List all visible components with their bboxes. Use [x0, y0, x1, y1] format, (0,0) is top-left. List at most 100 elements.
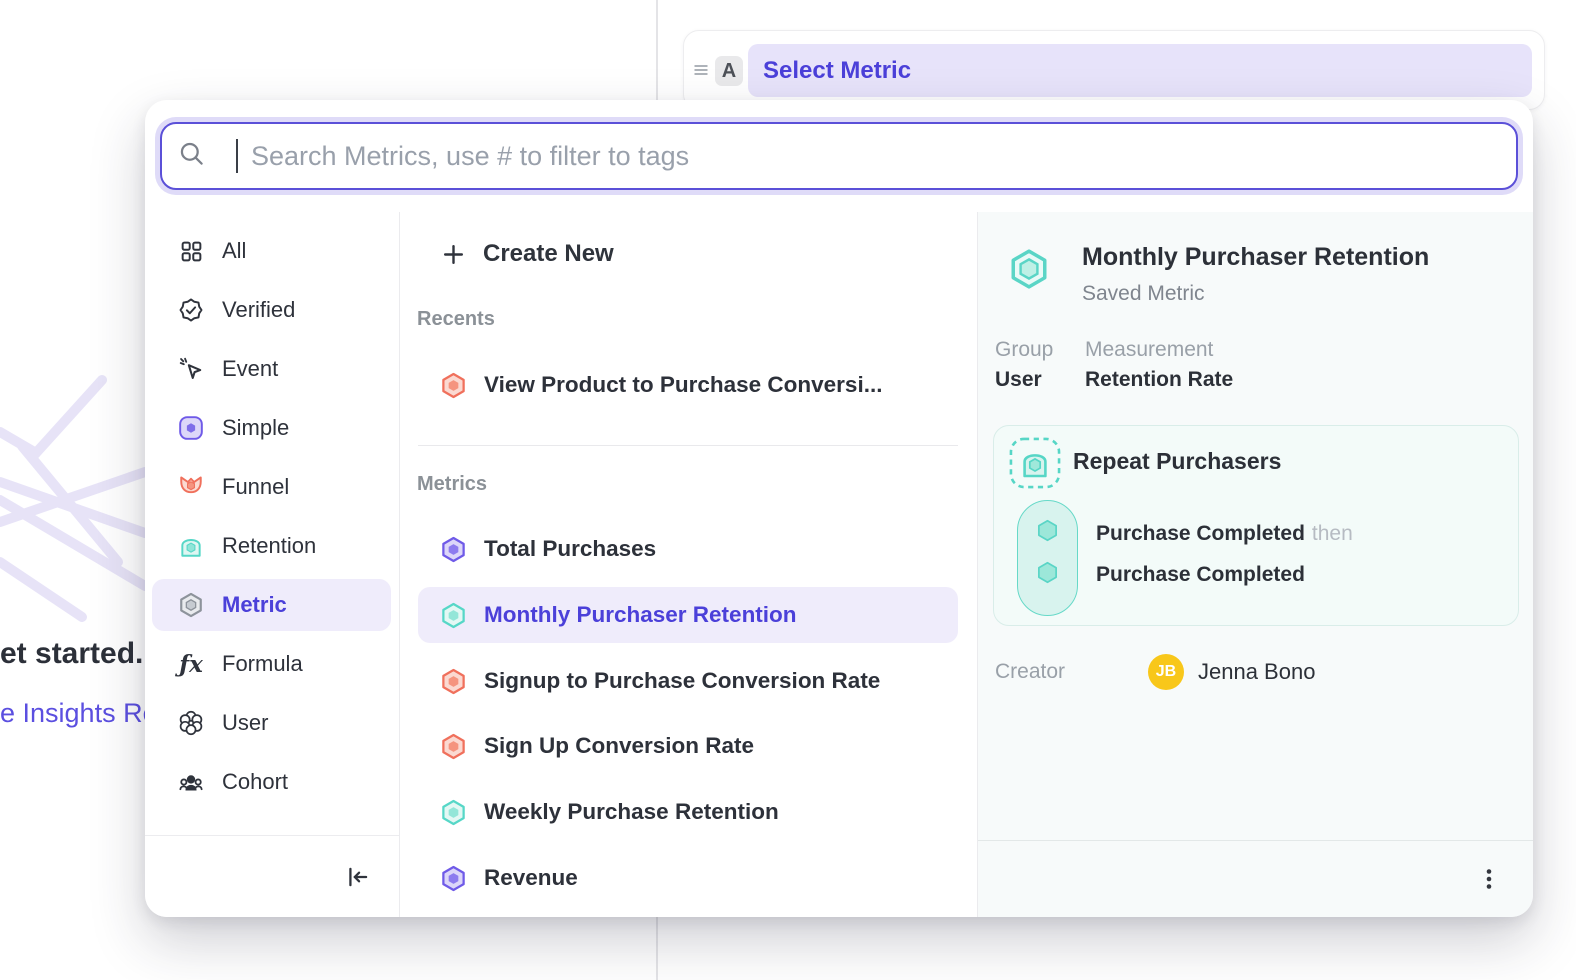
sidebar-item-label: Formula [222, 651, 303, 677]
list-item-recent[interactable]: View Product to Purchase Conversi... [418, 357, 958, 413]
cursor-click-icon [178, 356, 204, 382]
retention-metric-hexagon-icon [440, 799, 467, 826]
list-item-label: Signup to Purchase Conversion Rate [484, 668, 880, 694]
list-item-metric[interactable]: Signup to Purchase Conversion Rate [418, 653, 958, 709]
background-heading: et started. [0, 637, 143, 671]
metrics-list: Create New Recents View Product to Purch… [400, 212, 978, 917]
sidebar-item-label: Cohort [222, 769, 288, 795]
metrics-section-label: Metrics [417, 473, 487, 496]
sidebar-item-metric[interactable]: Metric [152, 579, 391, 631]
definition-name: Repeat Purchasers [1073, 448, 1281, 475]
event-hexagon-icon [1036, 519, 1059, 542]
sidebar-item-label: All [222, 238, 246, 264]
verified-badge-icon [178, 297, 204, 323]
grid-icon [178, 238, 204, 264]
sidebar-item-cohort[interactable]: Cohort [152, 756, 391, 808]
search-bar[interactable] [160, 122, 1518, 190]
user-flower-icon [178, 710, 204, 736]
list-item-metric[interactable]: Revenue [418, 850, 958, 906]
collapse-left-icon[interactable] [345, 864, 371, 890]
sidebar-item-event[interactable]: Event [152, 343, 391, 395]
detail-footer [978, 840, 1533, 917]
list-item-metric-selected[interactable]: Monthly Purchaser Retention [418, 587, 958, 643]
definition-step: Purchase Completed [1096, 563, 1312, 587]
event-hexagon-icon [1036, 561, 1059, 584]
creator-label: Creator [995, 660, 1065, 684]
recents-section-label: Recents [417, 308, 495, 331]
select-metric-label: Select Metric [763, 57, 911, 85]
sidebar-item-label: Retention [222, 533, 316, 559]
row-letter-badge: A [715, 56, 743, 86]
sidebar-item-all[interactable]: All [152, 225, 391, 277]
funnel-metric-hexagon-icon [440, 668, 467, 695]
sidebar-item-retention[interactable]: Retention [152, 520, 391, 572]
step-event: Purchase Completed [1096, 522, 1305, 545]
select-metric-button[interactable]: Select Metric [748, 44, 1532, 97]
list-item-label: View Product to Purchase Conversi... [484, 372, 882, 398]
create-new-button[interactable]: Create New [418, 226, 958, 282]
list-item-metric[interactable]: Weekly Purchase Retention [418, 784, 958, 840]
sidebar-item-funnel[interactable]: Funnel [152, 461, 391, 513]
sidebar-item-label: User [222, 710, 268, 736]
picker-columns: All Verified Event [145, 212, 1533, 917]
background-chart-illustration [0, 340, 150, 640]
list-item-label: Total Purchases [484, 536, 656, 562]
detail-title: Monthly Purchaser Retention [1082, 243, 1429, 272]
list-divider [418, 445, 958, 446]
detail-subtitle: Saved Metric [1082, 282, 1205, 306]
sidebar-item-label: Simple [222, 415, 289, 441]
metric-hexagon-icon [178, 592, 204, 618]
list-item-label: Monthly Purchaser Retention [484, 602, 797, 628]
creator-name: Jenna Bono [1198, 659, 1315, 685]
search-input[interactable] [251, 141, 1500, 172]
step-connector: then [1312, 522, 1353, 545]
sidebar-item-user[interactable]: User [152, 697, 391, 749]
sidebar-item-formula[interactable]: ƒx Formula [152, 638, 391, 690]
list-item-label: Sign Up Conversion Rate [484, 733, 754, 759]
definition-step: Purchase Completed then [1096, 522, 1353, 546]
drag-handle-icon[interactable] [693, 62, 709, 78]
search-icon [178, 140, 205, 172]
query-builder-row: A Select Metric [683, 30, 1545, 110]
metric-picker-modal: All Verified Event [145, 100, 1533, 917]
kebab-menu-icon[interactable] [1477, 867, 1501, 891]
formula-icon: ƒx [178, 651, 204, 677]
simple-metric-icon [178, 415, 204, 441]
background-link[interactable]: e Insights Re [0, 698, 158, 729]
filter-sidebar: All Verified Event [145, 212, 400, 917]
funnel-icon [178, 474, 204, 500]
list-item-label: Weekly Purchase Retention [484, 799, 779, 825]
measurement-label: Measurement [1085, 338, 1213, 362]
group-label: Group [995, 338, 1053, 362]
sidebar-item-simple[interactable]: Simple [152, 402, 391, 454]
plus-icon [440, 241, 466, 267]
sidebar-footer [145, 835, 399, 917]
list-item-label: Revenue [484, 865, 578, 891]
sidebar-item-label: Funnel [222, 474, 289, 500]
funnel-metric-hexagon-icon [440, 733, 467, 760]
screen: et started. e Insights Re A Select Metri… [0, 0, 1576, 980]
simple-metric-hexagon-icon [440, 536, 467, 563]
group-value: User [995, 368, 1042, 392]
retention-definition-icon [1009, 437, 1061, 494]
sidebar-item-label: Metric [222, 592, 287, 618]
step-event: Purchase Completed [1096, 563, 1305, 586]
event-sequence-pill [1017, 500, 1078, 616]
sidebar-item-label: Event [222, 356, 278, 382]
retention-icon [178, 533, 204, 559]
measurement-value: Retention Rate [1085, 368, 1233, 392]
avatar: JB [1148, 654, 1184, 690]
list-item-metric[interactable]: Sign Up Conversion Rate [418, 718, 958, 774]
create-new-label: Create New [483, 240, 614, 268]
text-cursor [236, 139, 238, 173]
sidebar-item-verified[interactable]: Verified [152, 284, 391, 336]
retention-metric-hexagon-icon [440, 602, 467, 629]
retention-metric-hexagon-icon [1008, 248, 1050, 295]
metric-definition-card: Repeat Purchasers Purchase Completed then… [993, 425, 1519, 626]
metric-detail-panel: Monthly Purchaser Retention Saved Metric… [978, 212, 1533, 917]
list-item-metric[interactable]: Total Purchases [418, 521, 958, 577]
cohort-icon [178, 769, 204, 795]
simple-metric-hexagon-icon [440, 865, 467, 892]
funnel-metric-hexagon-icon [440, 372, 467, 399]
sidebar-item-label: Verified [222, 297, 295, 323]
